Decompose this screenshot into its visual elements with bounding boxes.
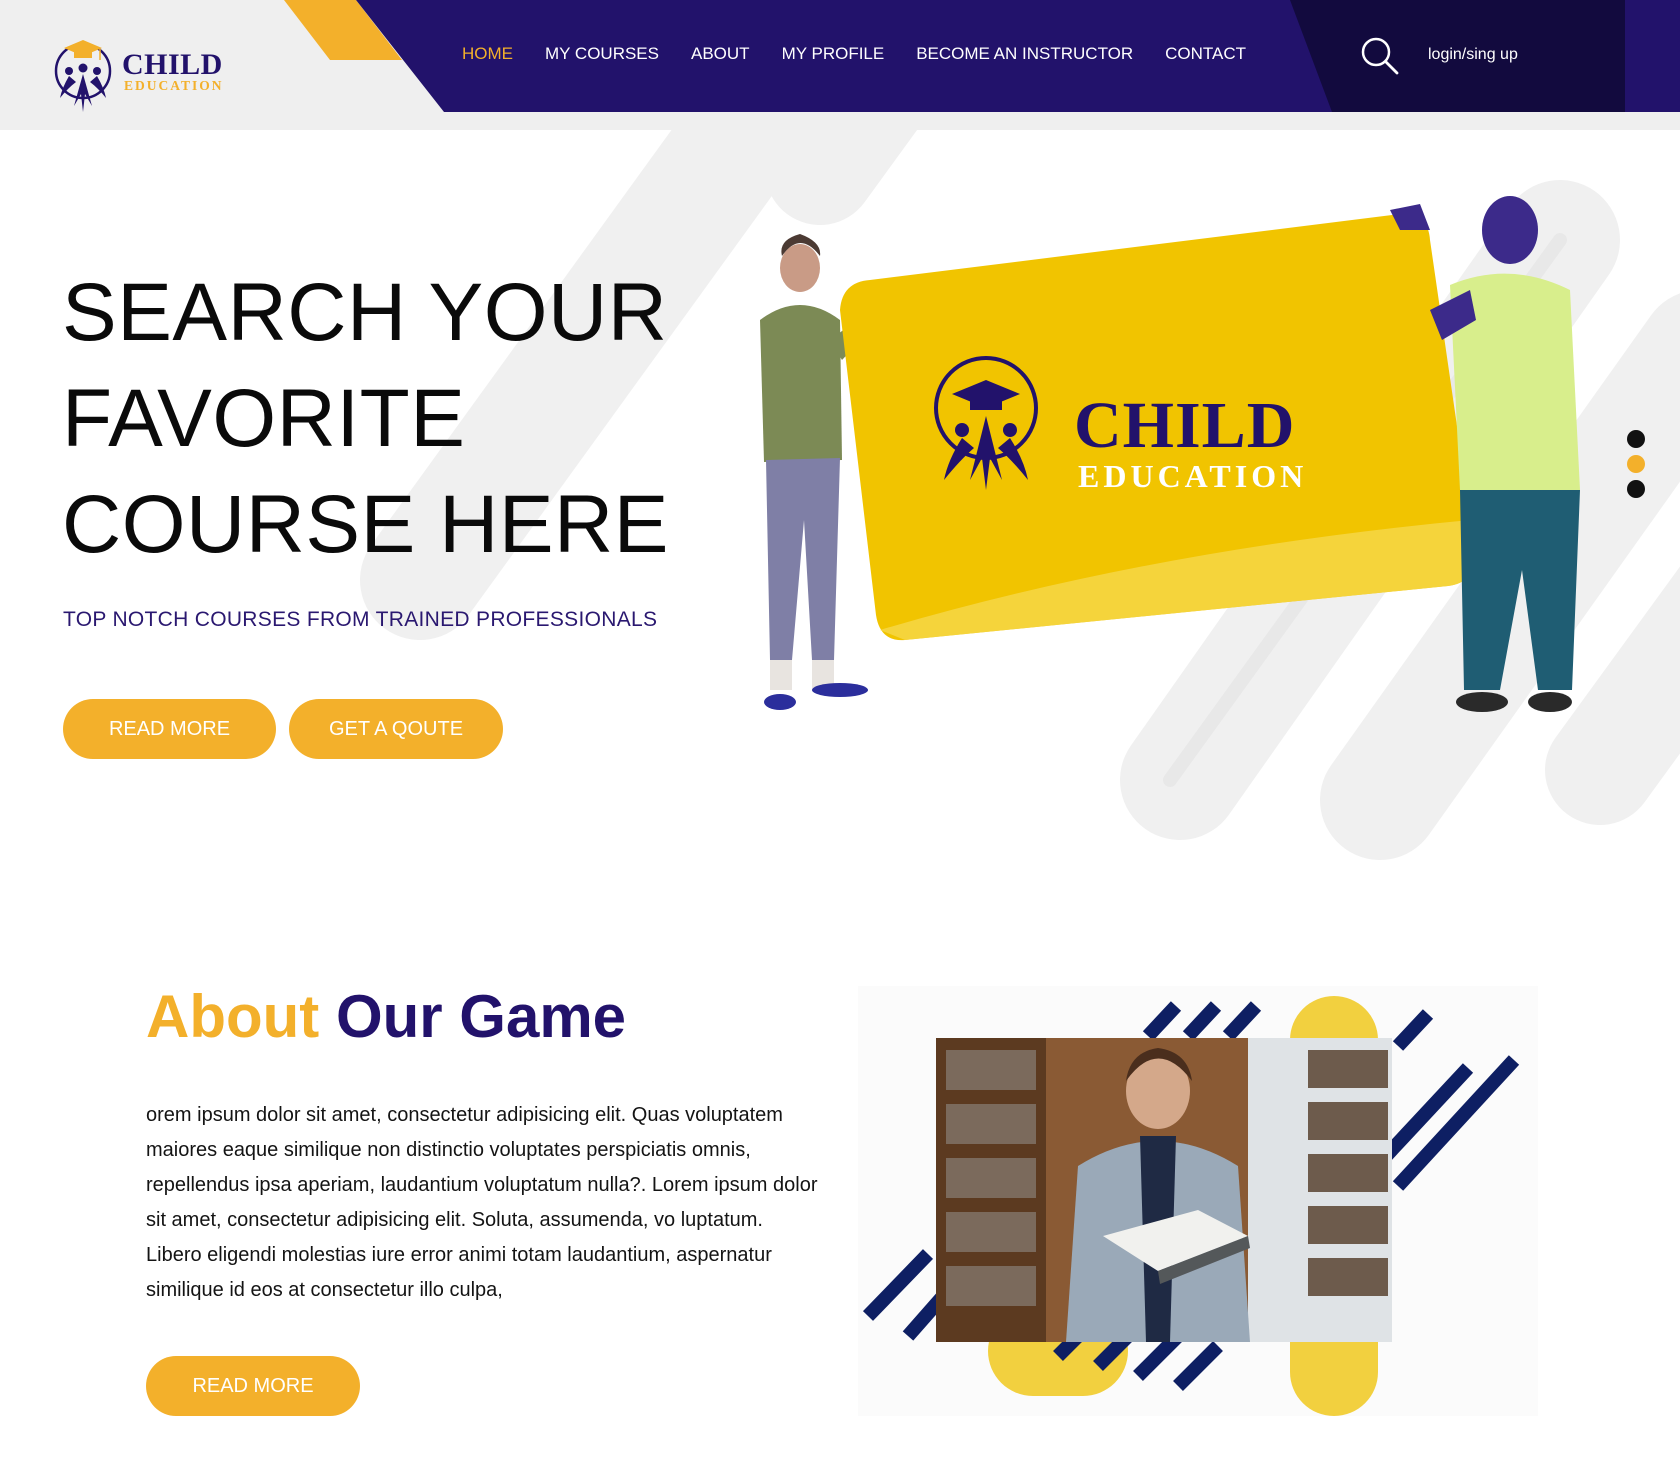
about-section: About Our Game orem ipsum dolor sit amet… bbox=[0, 870, 1680, 1474]
about-read-more-button[interactable]: READ MORE bbox=[146, 1356, 360, 1416]
get-quote-button[interactable]: GET A QOUTE bbox=[289, 699, 503, 759]
site-header: CHILD EDUCATION HOME MY COURSES ABOUT MY… bbox=[0, 0, 1680, 130]
nav-about[interactable]: ABOUT bbox=[691, 42, 750, 66]
about-title: About Our Game bbox=[146, 982, 626, 1051]
nav-home[interactable]: HOME bbox=[462, 42, 513, 66]
hero-title-line-3: COURSE HERE bbox=[62, 479, 669, 570]
nav-my-profile[interactable]: MY PROFILE bbox=[782, 42, 885, 66]
nav-become-instructor[interactable]: BECOME AN INSTRUCTOR bbox=[916, 42, 1133, 66]
login-signup-link[interactable]: login/sing up bbox=[1428, 44, 1518, 66]
graduation-logo-icon bbox=[54, 40, 112, 112]
nav-contact[interactable]: CONTACT bbox=[1165, 42, 1246, 66]
nav-my-courses[interactable]: MY COURSES bbox=[545, 42, 659, 66]
about-paragraph: orem ipsum dolor sit amet, consectetur a… bbox=[146, 1104, 818, 1301]
hero-read-more-button[interactable]: READ MORE bbox=[63, 699, 276, 759]
slider-dot-1[interactable] bbox=[1627, 430, 1645, 448]
search-icon bbox=[1361, 37, 1399, 75]
slider-dot-2[interactable] bbox=[1627, 455, 1645, 473]
slider-dot-3[interactable] bbox=[1627, 480, 1645, 498]
brand-tagline: EDUCATION bbox=[124, 78, 224, 93]
about-title-rest: Our Game bbox=[335, 983, 627, 1050]
hero-title-line-2: FAVORITE bbox=[62, 373, 466, 464]
board-brand-tagline: EDUCATION bbox=[1078, 458, 1308, 494]
hero-illustration bbox=[760, 196, 1580, 712]
about-title-highlight: About bbox=[146, 983, 320, 1050]
hero-subtitle: TOP NOTCH COURSES FROM TRAINED PROFESSIO… bbox=[63, 608, 658, 631]
board-brand-name: CHILD bbox=[1074, 389, 1296, 462]
about-image-composition bbox=[858, 986, 1538, 1416]
hero-title-line-1: SEARCH YOUR bbox=[62, 267, 668, 358]
hero-title: SEARCH YOUR FAVORITE COURSE HERE bbox=[62, 260, 702, 578]
main-nav: HOME MY COURSES ABOUT MY PROFILE BECOME … bbox=[462, 42, 1278, 66]
search-button[interactable] bbox=[1360, 36, 1400, 76]
brand-logo[interactable]: CHILD EDUCATION bbox=[54, 36, 234, 116]
student-photo bbox=[936, 1038, 1392, 1342]
brand-name: CHILD bbox=[122, 48, 223, 81]
hero-section: SEARCH YOUR FAVORITE COURSE HERE TOP NOT… bbox=[0, 130, 1680, 870]
slider-dots bbox=[1627, 430, 1647, 505]
